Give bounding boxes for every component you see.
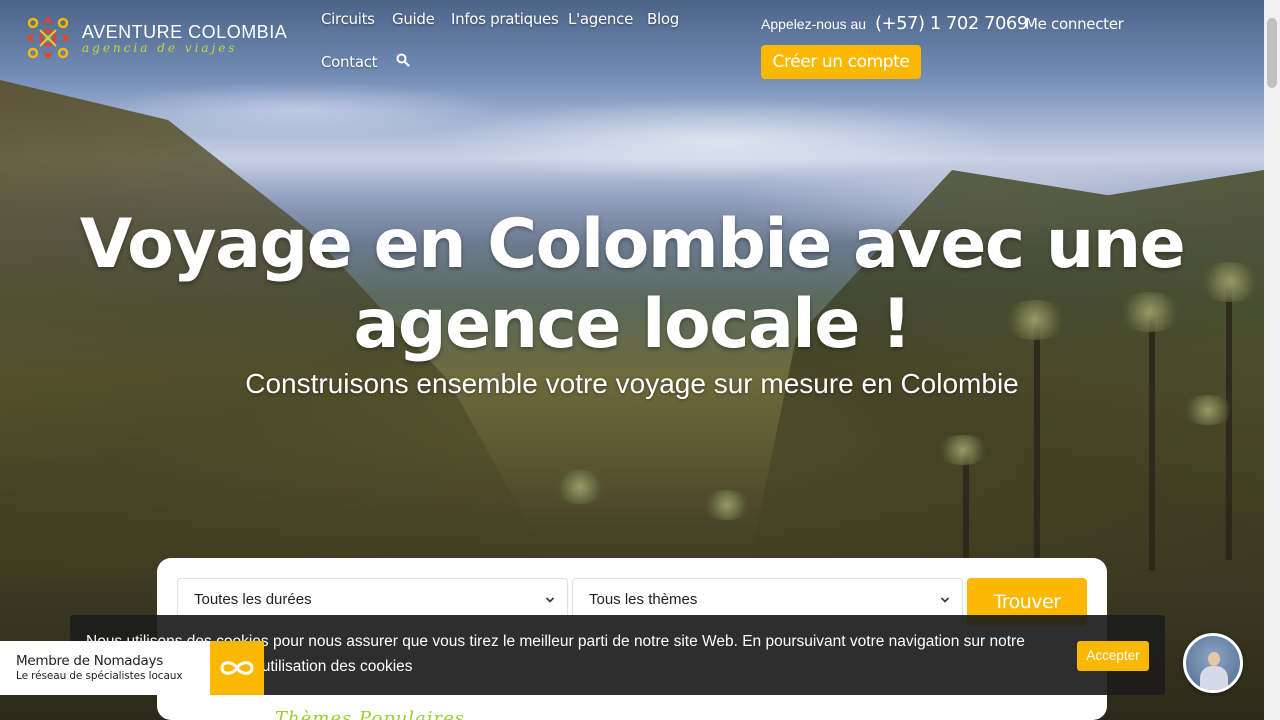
popular-themes-heading: Thèmes Populaires <box>275 708 466 720</box>
plant-stem <box>963 450 969 560</box>
hero-subtitle: Construisons ensemble votre voyage sur m… <box>245 368 1019 399</box>
nomadays-infinity-icon <box>210 641 264 695</box>
phone-label: Appelez-nous au <box>761 16 867 32</box>
nomadays-title: Membre de Nomadays <box>16 653 163 669</box>
search-icon[interactable] <box>396 53 410 67</box>
avatar-face <box>1208 652 1220 666</box>
nav-item-infos-pratiques[interactable]: Infos pratiques <box>451 10 559 28</box>
nav-item-circuits[interactable]: Circuits <box>321 10 375 28</box>
nav-item-contact[interactable]: Contact <box>321 53 378 71</box>
nav-item-blog[interactable]: Blog <box>647 10 679 28</box>
hero-title: Voyage en Colombie avec une agence local… <box>79 205 1186 364</box>
chat-avatar-button[interactable] <box>1183 633 1243 693</box>
create-account-button[interactable]: Créer un compte <box>761 45 921 79</box>
logo-tagline: agencia de viajes <box>82 40 238 55</box>
page-scrollbar[interactable] <box>1264 0 1280 720</box>
duration-select-value: Toutes les durées <box>194 591 312 608</box>
nav-item-agence[interactable]: L'agence <box>568 10 633 28</box>
login-link[interactable]: Me connecter <box>1025 15 1124 33</box>
frailejon-plant <box>935 435 991 465</box>
avatar-body <box>1200 666 1228 690</box>
frailejon-plant <box>550 470 610 504</box>
frailejon-plant <box>700 490 754 520</box>
nomadays-badge[interactable]: Membre de Nomadays Le réseau de spéciali… <box>0 641 264 695</box>
accept-cookies-button[interactable]: Accepter <box>1077 641 1149 671</box>
site-logo[interactable]: AVENTURE COLOMBIA agencia de viajes <box>22 12 287 64</box>
phone-number[interactable]: (+57) 1 702 7069 <box>875 13 1028 34</box>
chevron-down-icon <box>545 597 555 603</box>
chevron-down-icon <box>940 597 950 603</box>
scrollbar-thumb[interactable] <box>1267 18 1277 88</box>
nav-item-guide[interactable]: Guide <box>392 10 435 28</box>
logo-title: AVENTURE COLOMBIA <box>82 21 288 42</box>
theme-select-value: Tous les thèmes <box>589 591 698 608</box>
nomadays-subtitle: Le réseau de spécialistes locaux <box>16 670 183 682</box>
logo-sun-icon <box>26 16 70 60</box>
